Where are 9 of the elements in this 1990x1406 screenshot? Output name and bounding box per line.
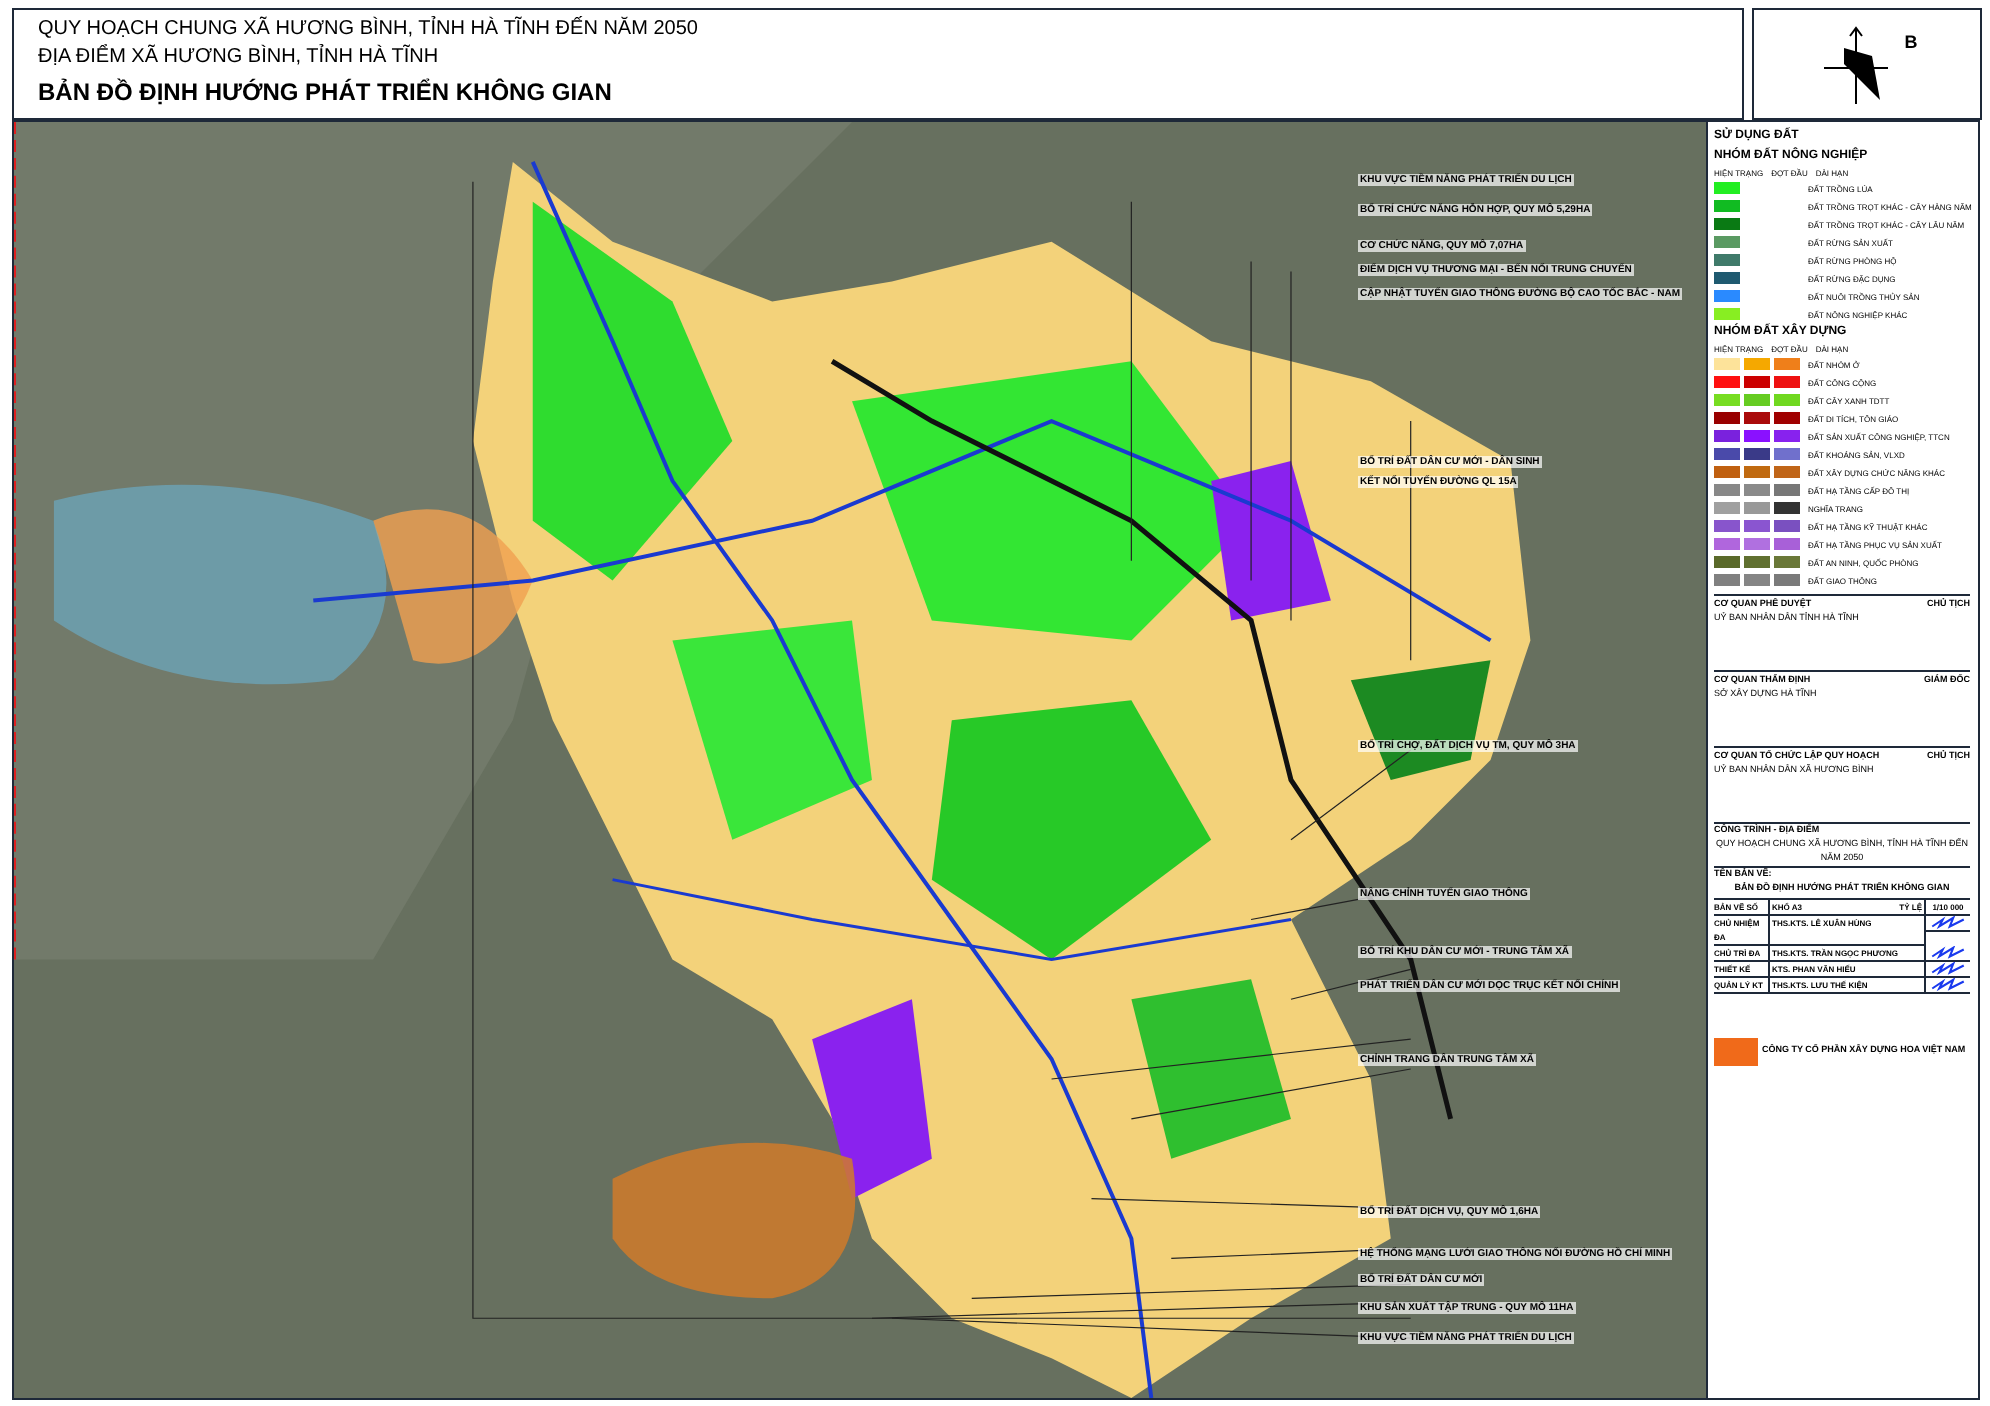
signature-drawing [1926,915,1970,932]
signature-drawing [1926,961,1970,978]
north-label: B [1904,30,1918,57]
signature-drawing [1926,945,1970,962]
header-line: ĐỊA ĐIỂM XÃ HƯƠNG BÌNH, TỈNH HÀ TĨNH [38,46,441,70]
signature-drawing [1926,977,1970,994]
company-logo [1714,1037,1758,1066]
map-title: BẢN ĐỒ ĐỊNH HƯỚNG PHÁT TRIỂN KHÔNG GIAN [38,76,614,110]
header-line: QUY HOẠCH CHUNG XÃ HƯƠNG BÌNH, TỈNH HÀ TĨNH ĐẾN NĂM 2050 [38,18,700,42]
